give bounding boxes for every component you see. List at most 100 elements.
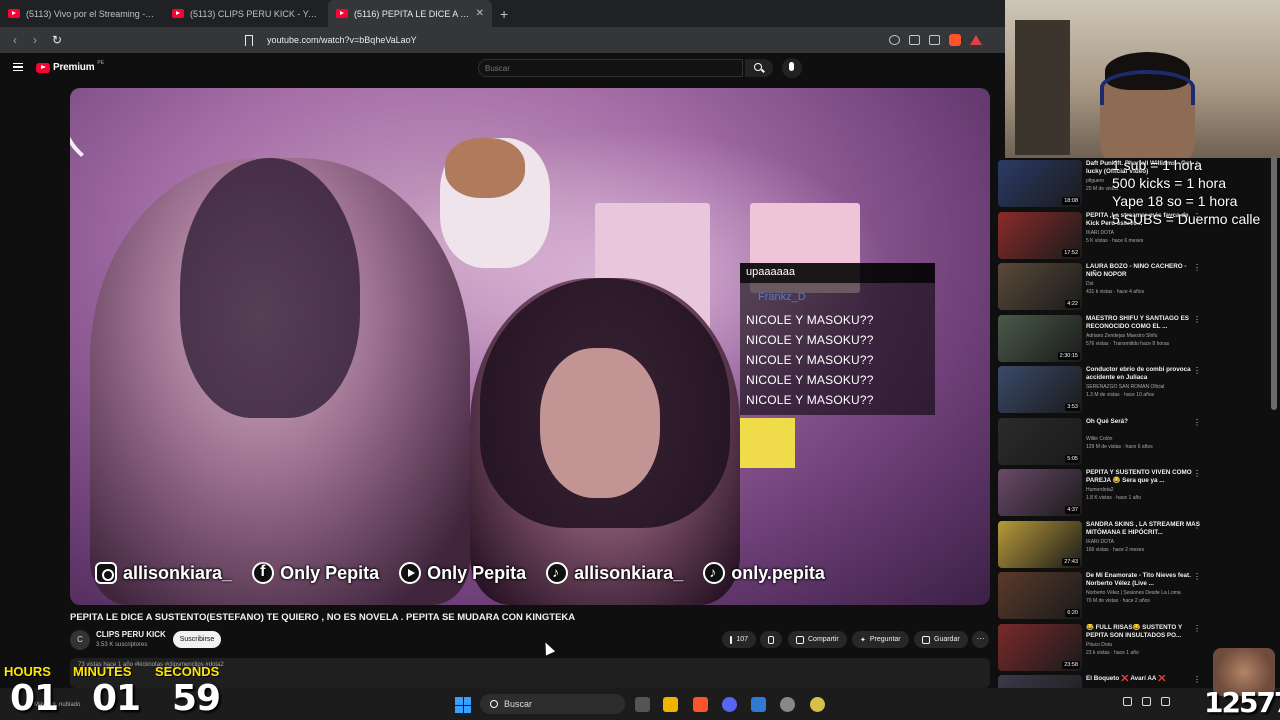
recommendation-thumbnail[interactable]: 6:20 <box>998 572 1082 619</box>
channel-name[interactable]: CLIPS PERU KICK <box>96 630 166 639</box>
recommendation-channel[interactable]: Willie Colón <box>1086 436 1201 442</box>
logo-country: PE <box>97 59 105 66</box>
forward-icon[interactable]: › <box>25 33 45 47</box>
ask-button[interactable]: ✦ Preguntar <box>852 631 909 648</box>
network-icon[interactable] <box>1142 697 1151 706</box>
recommendation-channel[interactable]: Pituco Dota <box>1086 642 1201 648</box>
new-tab-button[interactable]: + <box>492 6 516 22</box>
more-options-icon[interactable]: ⋮ <box>1193 469 1201 478</box>
recommendation-thumbnail[interactable]: 27:43 <box>998 520 1082 568</box>
ring-light <box>70 88 220 178</box>
recommendation-title[interactable]: PEPITA Y SUSTENTO VIVEN COMO PAREJA 😂 Se… <box>1086 469 1201 485</box>
more-options-icon[interactable]: ⋮ <box>1193 366 1201 375</box>
more-options-icon[interactable]: ⋮ <box>1193 675 1201 684</box>
search-input[interactable]: Buscar <box>478 59 743 77</box>
recommendation-meta: 576 vistas · Transmitido hace 8 horas <box>1086 340 1170 347</box>
more-options-icon[interactable]: ⋮ <box>1193 315 1201 324</box>
chat-message: upaaaaaa <box>740 263 935 283</box>
sidebar-scrollbar[interactable] <box>1271 155 1277 410</box>
discord-icon[interactable] <box>722 697 737 712</box>
cast-icon[interactable] <box>909 35 920 45</box>
zoom-icon[interactable] <box>889 35 900 45</box>
more-actions-icon[interactable]: ··· <box>972 631 989 648</box>
recommendation-title[interactable]: El Boqueto ❌ Avarí AA ❌ <box>1086 675 1201 683</box>
like-button[interactable]: 107 <box>722 631 756 648</box>
recommendations-list: 18:08 Daft Punk ft. Pharrell Williams - G… <box>998 160 1280 720</box>
hamburger-menu-icon[interactable] <box>13 63 23 71</box>
recommendation-channel[interactable]: Adriano Zendejas Maestro Shifu <box>1086 333 1201 339</box>
more-options-icon[interactable]: ⋮ <box>1193 572 1201 581</box>
recommendation-channel[interactable]: SERENAZGO SAN ROMAN Oficial <box>1086 384 1201 390</box>
subscribe-button[interactable]: Suscribirse <box>173 631 221 648</box>
recommendation-item[interactable]: 3:53 Conductor ebrio de combi provoca acc… <box>998 366 1208 416</box>
recommendation-channel[interactable]: Norberto Vélez | Sesiones Desde La Loma <box>1086 590 1201 596</box>
recommendation-item[interactable]: 5:05 Oh Qué Será? Willie Colón 129 M de vis… <box>998 417 1208 468</box>
youtube-favicon-icon <box>172 9 184 18</box>
more-options-icon[interactable]: ⋮ <box>1193 624 1201 633</box>
share-icon[interactable] <box>929 35 940 45</box>
search-button[interactable] <box>745 59 773 77</box>
taskbar-search[interactable]: Buscar <box>480 694 625 714</box>
recommendation-title[interactable]: SANDRA SKINS , LA STREAMER MÁS MITÓMANA … <box>1086 521 1201 537</box>
chevron-up-icon[interactable] <box>1123 697 1132 706</box>
address-bar[interactable]: youtube.com/watch?v=bBqheVaLaoY <box>245 30 990 50</box>
share-button[interactable]: Compartir <box>788 631 847 648</box>
recommendation-title[interactable]: LAURA BOZO - NIÑO CACHERO - NIÑO NOPOR <box>1086 263 1201 279</box>
recommendation-item[interactable]: 4:37 PEPITA Y SUSTENTO VIVEN COMO PAREJA … <box>998 469 1208 519</box>
brave-shields-icon[interactable] <box>949 34 961 46</box>
recommendation-thumbnail[interactable]: 23:58 <box>998 623 1082 671</box>
save-button[interactable]: Guardar <box>914 631 968 648</box>
recommendation-thumbnail[interactable]: 17:52 <box>998 211 1082 259</box>
file-explorer-icon[interactable] <box>663 697 678 712</box>
social-label: Only Pepita <box>427 562 527 583</box>
channel-avatar[interactable]: C <box>70 630 90 650</box>
mouse-cursor-icon <box>540 640 556 656</box>
more-options-icon[interactable]: ⋮ <box>1193 263 1201 272</box>
recommendation-channel[interactable]: IKARI DOTA <box>1086 539 1201 545</box>
app-icon[interactable] <box>780 697 795 712</box>
notepad-icon[interactable] <box>751 697 766 712</box>
voice-search-button[interactable] <box>782 58 802 78</box>
browser-tab-1[interactable]: (5113) Vivo por el Streaming - YouTu <box>0 0 164 27</box>
volume-icon[interactable] <box>1161 697 1170 706</box>
recommendation-item[interactable]: 27:43 SANDRA SKINS , LA STREAMER MÁS MITÓ… <box>998 520 1208 571</box>
recommendation-thumbnail[interactable]: 3:53 <box>998 366 1082 413</box>
dislike-button[interactable] <box>760 631 782 648</box>
video-player[interactable]: upaaaaaa Frankz_D NICOLE Y MASOKU?? NICO… <box>70 88 990 605</box>
recommendation-title[interactable]: Conductor ebrio de combi provoca acciden… <box>1086 366 1201 382</box>
recommendation-thumbnail[interactable]: 4:22 <box>998 263 1082 310</box>
recommendation-thumbnail[interactable]: 2:30:15 <box>998 314 1082 362</box>
recommendation-item[interactable]: 4:22 LAURA BOZO - NIÑO CACHERO - NIÑO NOP… <box>998 263 1208 313</box>
recommendation-item[interactable]: 23:58 😂 FULL RISAS😂 SUSTENTO Y PEPITA SON… <box>998 623 1208 674</box>
url-text[interactable]: youtube.com/watch?v=bBqheVaLaoY <box>267 35 417 45</box>
social-handle: allisonkiara_ <box>546 562 683 584</box>
recommendation-thumbnail[interactable]: 18:08 <box>998 160 1082 207</box>
recommendation-title[interactable]: De Mí Enamorate - Tito Nieves feat. Norb… <box>1086 572 1201 588</box>
back-icon[interactable]: ‹ <box>5 33 25 47</box>
recommendation-channel[interactable]: IKARI DOTA <box>1086 230 1201 236</box>
recommendation-title[interactable]: MAESTRO SHIFU Y SANTIAGO ES RECONOCIDO C… <box>1086 315 1201 331</box>
social-label: Only Pepita <box>280 562 380 583</box>
recommendation-channel[interactable]: Dst <box>1086 281 1201 287</box>
windows-start-icon[interactable] <box>455 697 471 713</box>
recommendation-item[interactable]: 2:30:15 MAESTRO SHIFU Y SANTIAGO ES RECON… <box>998 314 1208 365</box>
task-view-icon[interactable] <box>635 697 650 712</box>
youtube-logo[interactable]: Premium PE <box>36 59 105 73</box>
recommendation-title[interactable]: Oh Qué Será? <box>1086 418 1201 426</box>
close-tab-icon[interactable]: ✕ <box>476 8 484 19</box>
browser-tab-2[interactable]: (5113) CLIPS PERU KICK - YouTube <box>164 0 328 27</box>
brave-rewards-icon[interactable] <box>970 35 982 45</box>
more-options-icon[interactable]: ⋮ <box>1193 521 1201 530</box>
app-icon[interactable] <box>810 697 825 712</box>
brave-browser-icon[interactable] <box>693 697 708 712</box>
recommendation-thumbnail[interactable]: 5:05 <box>998 417 1082 465</box>
reload-icon[interactable]: ↻ <box>47 33 67 47</box>
rule-line: 5 SUBS = Duermo calle <box>1112 211 1261 227</box>
recommendation-thumbnail[interactable]: 4:37 <box>998 469 1082 516</box>
browser-tab-active[interactable]: (5116) PEPITA LE DICE A SUST ✕ <box>328 0 492 27</box>
bookmark-icon[interactable] <box>245 34 253 46</box>
recommendation-channel[interactable]: Humordota2 <box>1086 487 1201 493</box>
recommendation-item[interactable]: 6:20 De Mí Enamorate - Tito Nieves feat. … <box>998 572 1208 622</box>
recommendation-title[interactable]: 😂 FULL RISAS😂 SUSTENTO Y PEPITA SON INSU… <box>1086 624 1201 640</box>
more-options-icon[interactable]: ⋮ <box>1193 418 1201 427</box>
